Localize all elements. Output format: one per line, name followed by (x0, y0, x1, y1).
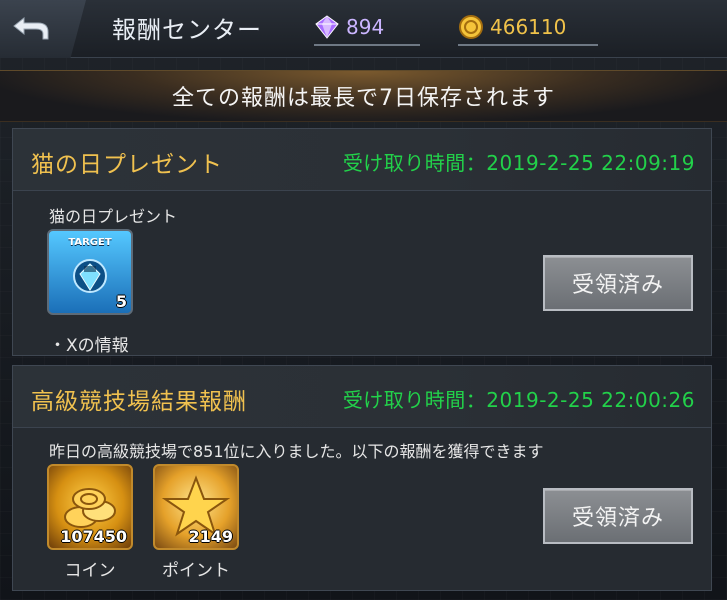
reward-card-header: 猫の日プレゼント 受け取り時間：2019-2-25 22:09:19 (13, 129, 711, 191)
gold-coin-icon (459, 15, 483, 39)
item-caption: ・Xの情報 (49, 336, 129, 356)
top-bar: 報酬センター 894 466110 (0, 0, 727, 58)
item-caption: ポイント (162, 561, 230, 581)
notice-text: 全ての報酬は最長で7日保存されます (172, 86, 555, 111)
back-arrow-icon (10, 12, 50, 46)
gem-underline (314, 44, 420, 46)
coin-count: 466110 (490, 15, 567, 39)
purple-gem-icon (315, 15, 339, 39)
coin-underline (458, 44, 598, 46)
item-count: 5 (115, 292, 127, 311)
reward-item: 2149 ポイント (153, 464, 239, 584)
item-count: 107450 (60, 527, 127, 546)
coin-counter: 466110 (458, 10, 598, 46)
reward-items: TARGET 5 (47, 229, 133, 315)
claimed-button[interactable]: 受領済み (543, 488, 693, 544)
gem-count: 894 (346, 15, 385, 39)
reward-time: 受け取り時間：2019-2-25 22:00:26 (342, 388, 695, 412)
reward-card-header: 高級競技場結果報酬 受け取り時間：2019-2-25 22:00:26 (13, 366, 711, 428)
target-card-icon[interactable]: TARGET 5 (47, 229, 133, 315)
claimed-button-label: 受領済み (571, 273, 664, 298)
claimed-button-label: 受領済み (571, 506, 664, 531)
reward-title: 高級競技場結果報酬 (31, 389, 247, 415)
reward-item: 107450 コイン (47, 464, 133, 584)
item-count: 2149 (188, 527, 233, 546)
reward-title: 猫の日プレゼント (31, 152, 223, 178)
page-title: 報酬センター (112, 16, 262, 44)
reward-time: 受け取り時間：2019-2-25 22:09:19 (342, 151, 695, 175)
reward-items: 107450 コイン 2149 ポイント (47, 464, 239, 584)
claimed-button[interactable]: 受領済み (543, 255, 693, 311)
notice-banner: 全ての報酬は最長で7日保存されます (0, 70, 727, 122)
reward-card: 高級競技場結果報酬 受け取り時間：2019-2-25 22:00:26 昨日の高… (12, 365, 712, 591)
gem-counter: 894 (314, 10, 420, 46)
item-caption: コイン (64, 561, 116, 581)
reward-card: 猫の日プレゼント 受け取り時間：2019-2-25 22:09:19 猫の日プレ… (12, 128, 712, 356)
coin-stack-icon[interactable]: 107450 (47, 464, 133, 550)
reward-description: 猫の日プレゼント (49, 207, 178, 226)
back-button[interactable] (0, 0, 86, 58)
reward-description: 昨日の高級競技場で851位に入りました。以下の報酬を獲得できます (49, 442, 544, 461)
star-icon[interactable]: 2149 (153, 464, 239, 550)
